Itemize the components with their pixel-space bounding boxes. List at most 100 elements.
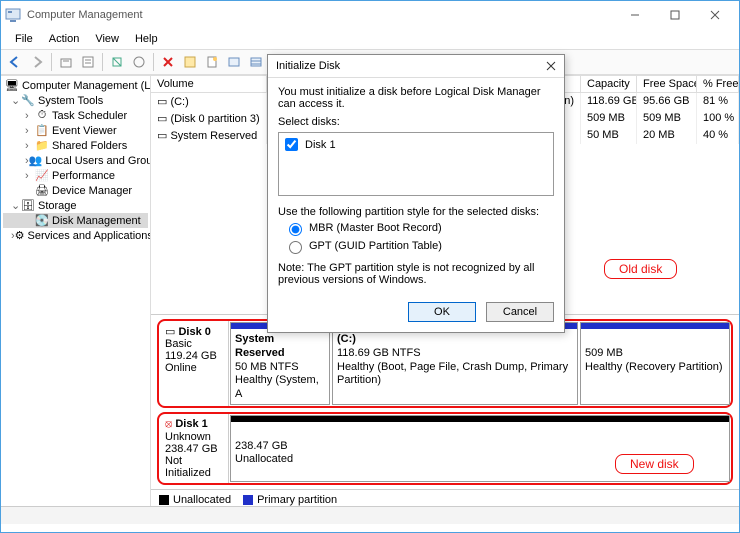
tree-services[interactable]: ›⚙Services and Applications xyxy=(3,228,148,243)
tree-local-users[interactable]: ›👥Local Users and Groups xyxy=(3,153,148,168)
tree-label: Computer Management (Local) xyxy=(22,80,151,92)
drive-icon: ▭ xyxy=(157,130,170,142)
disk-type: Unknown xyxy=(165,431,222,443)
cell: 100 % xyxy=(697,110,739,127)
tree-label: Performance xyxy=(52,170,115,182)
legend-primary: Primary partition xyxy=(243,494,337,506)
settings-icon[interactable] xyxy=(224,52,244,72)
col-volume[interactable]: Volume xyxy=(151,76,267,92)
ok-button[interactable]: OK xyxy=(408,302,476,322)
new-icon[interactable] xyxy=(202,52,222,72)
gpt-radio[interactable] xyxy=(289,241,302,254)
menu-file[interactable]: File xyxy=(7,31,41,47)
cell: 118.69 GB xyxy=(581,93,637,110)
legend: Unallocated Primary partition xyxy=(151,489,739,510)
chevron-down-icon: ⌄ xyxy=(11,94,21,107)
part-title: (C:) xyxy=(337,333,356,345)
part-status: Healthy (Boot, Page File, Crash Dump, Pr… xyxy=(337,361,568,387)
event-icon: 📋 xyxy=(35,124,49,137)
up-icon[interactable] xyxy=(56,52,76,72)
mbr-radio[interactable] xyxy=(289,223,302,236)
disk-icon: ▭ xyxy=(165,326,178,338)
disk1-info[interactable]: ⦻ Disk 1 Unknown 238.47 GB Not Initializ… xyxy=(159,414,229,483)
part-size: 509 MB xyxy=(585,347,623,359)
tree-shared-folders[interactable]: ›📁Shared Folders xyxy=(3,138,148,153)
device-icon: 🖨 xyxy=(35,184,49,197)
tree-performance[interactable]: ›📈Performance xyxy=(3,168,148,183)
legend-unallocated: Unallocated xyxy=(159,494,231,506)
dialog-title: Initialize Disk xyxy=(276,60,546,72)
nav-tree: 🖥Computer Management (Local) ⌄🔧System To… xyxy=(1,76,151,506)
back-icon[interactable] xyxy=(5,52,25,72)
tree-system-tools[interactable]: ⌄🔧System Tools xyxy=(3,93,148,108)
tree-event-viewer[interactable]: ›📋Event Viewer xyxy=(3,123,148,138)
disk1-label: Disk 1 xyxy=(305,139,336,151)
services-icon: ⚙ xyxy=(15,229,25,242)
annotation-old-disk: Old disk xyxy=(604,259,677,279)
tree-storage[interactable]: ⌄🗄Storage xyxy=(3,198,148,213)
chevron-down-icon: ⌄ xyxy=(11,199,21,212)
part-status: Unallocated xyxy=(235,453,293,465)
dialog-message: You must initialize a disk before Logica… xyxy=(278,86,554,110)
partition-style-label: Use the following partition style for th… xyxy=(278,206,554,218)
storage-icon: 🗄 xyxy=(21,199,35,212)
part-status: Healthy (System, A xyxy=(235,374,319,400)
dialog-close-icon[interactable] xyxy=(546,61,556,71)
partition-recovery[interactable]: 509 MB Healthy (Recovery Partition) xyxy=(580,322,730,405)
tree-label: Storage xyxy=(38,200,77,212)
partition-system-reserved[interactable]: System Reserved 50 MB NTFS Healthy (Syst… xyxy=(230,322,330,405)
tools-icon: 🔧 xyxy=(21,94,35,107)
action-icon[interactable] xyxy=(180,52,200,72)
menubar: File Action View Help xyxy=(1,29,739,49)
forward-icon[interactable] xyxy=(27,52,47,72)
col-capacity[interactable]: Capacity xyxy=(581,76,637,92)
cell: (C:) xyxy=(170,96,188,108)
help-icon[interactable] xyxy=(129,52,149,72)
menu-help[interactable]: Help xyxy=(127,31,166,47)
menu-view[interactable]: View xyxy=(87,31,127,47)
disk-size: 238.47 GB xyxy=(165,443,222,455)
tree-label: Shared Folders xyxy=(52,140,127,152)
window-title: Computer Management xyxy=(27,9,615,21)
chevron-right-icon: › xyxy=(25,170,35,182)
tree-root[interactable]: 🖥Computer Management (Local) xyxy=(3,78,148,93)
gpt-radio-row[interactable]: GPT (GUID Partition Table) xyxy=(284,238,554,254)
disk-size: 119.24 GB xyxy=(165,350,222,362)
titlebar: Computer Management xyxy=(1,1,739,29)
col-pct[interactable]: % Free xyxy=(697,76,739,92)
perf-icon: 📈 xyxy=(35,169,49,182)
tree-label: Device Manager xyxy=(52,185,132,197)
maximize-button[interactable] xyxy=(655,3,695,27)
disk0-info[interactable]: ▭ Disk 0 Basic 119.24 GB Online xyxy=(159,321,229,406)
delete-icon[interactable] xyxy=(158,52,178,72)
chevron-right-icon: › xyxy=(25,140,35,152)
computer-icon: 🖥 xyxy=(5,79,19,92)
warning-icon: ⦻ xyxy=(165,418,175,430)
partition-c[interactable]: (C:) 118.69 GB NTFS Healthy (Boot, Page … xyxy=(332,322,578,405)
part-size: 50 MB NTFS xyxy=(235,361,299,373)
tree-task-scheduler[interactable]: ›⏱Task Scheduler xyxy=(3,108,148,123)
mbr-radio-row[interactable]: MBR (Master Boot Record) xyxy=(284,220,554,236)
users-icon: 👥 xyxy=(29,154,43,167)
tree-device-manager[interactable]: 🖨Device Manager xyxy=(3,183,148,198)
cell: (Disk 0 partition 3) xyxy=(170,113,259,125)
cancel-button[interactable]: Cancel xyxy=(486,302,554,322)
annotation-new-disk: New disk xyxy=(615,454,694,474)
menu-action[interactable]: Action xyxy=(41,31,88,47)
clock-icon: ⏱ xyxy=(35,109,49,122)
close-button[interactable] xyxy=(695,3,735,27)
cell: 509 MB xyxy=(581,110,637,127)
cell: 40 % xyxy=(697,127,739,144)
list-icon[interactable] xyxy=(246,52,266,72)
tree-disk-management[interactable]: 💽Disk Management xyxy=(3,213,148,228)
disk-status: Not Initialized xyxy=(165,455,222,479)
properties-icon[interactable] xyxy=(78,52,98,72)
cell: 509 MB xyxy=(637,110,697,127)
col-free[interactable]: Free Space xyxy=(637,76,697,92)
disk1-checkbox[interactable] xyxy=(285,138,298,151)
cell: 95.66 GB xyxy=(637,93,697,110)
app-icon xyxy=(5,7,21,23)
refresh-icon[interactable] xyxy=(107,52,127,72)
minimize-button[interactable] xyxy=(615,3,655,27)
disk1-checkbox-row[interactable]: Disk 1 xyxy=(281,135,551,154)
